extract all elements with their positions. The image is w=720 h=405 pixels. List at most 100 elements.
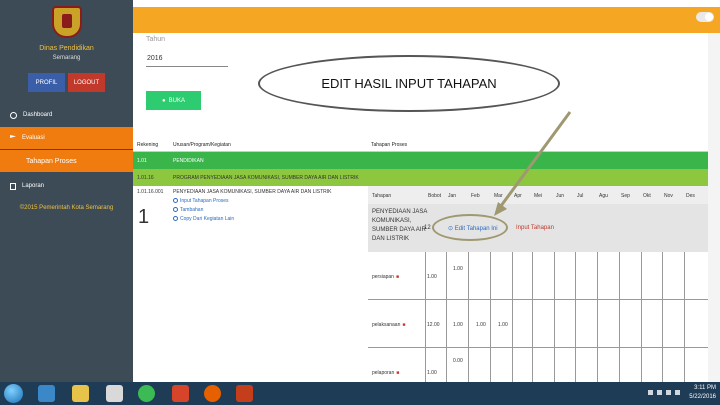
sub-row-name: pelaksanaan ■ <box>372 322 405 328</box>
row-rekening: 1.01 <box>137 158 147 164</box>
sub-row-bobot: 12.00 <box>427 322 440 328</box>
sub-row-value: 1.00 <box>453 322 463 328</box>
col-month: Apr <box>514 193 522 199</box>
buka-button[interactable]: ● BUKA <box>146 91 201 110</box>
column-divider <box>554 252 555 386</box>
proses-name: PENYEDIAAN JASA KOMUNIKASI, SUMBER DAYA … <box>372 209 428 242</box>
copy-icon <box>173 216 178 222</box>
sub-row-name: persiapan ■ <box>372 274 399 280</box>
row-rekening: 1.01.16.001 <box>137 189 164 195</box>
table-header: Rekening Urusan/Program/Kegiatan Tahapan… <box>133 138 708 152</box>
input-tahapan-link[interactable]: Input Tahapan <box>516 225 554 231</box>
clock-time: 3:11 PM <box>694 385 716 391</box>
col-month: Des <box>686 193 695 199</box>
header-tahapan-proses: Tahapan Proses <box>371 142 408 148</box>
tray-icon[interactable] <box>675 390 680 395</box>
logout-button[interactable]: LOGOUT <box>68 73 105 92</box>
subtable-header: Tahapan Bobot Jan Feb Mar Apr Mei Jun Ju… <box>368 186 708 204</box>
government-crest-logo <box>52 6 82 38</box>
sub-row-value: 1.00 <box>476 322 486 328</box>
column-divider <box>512 252 513 386</box>
trash-icon[interactable]: ■ <box>396 370 399 376</box>
column-divider <box>662 252 663 386</box>
tahun-input[interactable] <box>146 50 228 67</box>
internet-explorer-icon[interactable] <box>38 385 55 402</box>
sidebar: Dinas Pendidikan Semarang PROFIL LOGOUT … <box>0 0 133 382</box>
sidebar-item-laporan[interactable]: Laporan <box>0 175 133 197</box>
col-month: Feb <box>471 193 480 199</box>
row-number: 1 <box>138 206 150 228</box>
firefox-icon[interactable] <box>204 385 221 402</box>
clock[interactable]: 3:11 PM 5/22/2016 <box>689 384 716 402</box>
org-city: Semarang <box>52 55 81 61</box>
chrome-icon[interactable] <box>138 385 155 402</box>
copyright-text: ©2015 Pemerintah Kota Semarang <box>19 205 114 211</box>
sidebar-item-label: Dashboard <box>23 112 53 118</box>
highlight-ring <box>432 214 508 241</box>
flag-icon <box>10 135 16 138</box>
sub-row-name-text: persiapan <box>372 274 394 280</box>
col-tahapan: Tahapan <box>372 193 392 199</box>
col-month: Nov <box>664 193 673 199</box>
col-month: Mei <box>534 193 543 199</box>
annotation-text: EDIT HASIL INPUT TAHAPAN <box>321 76 497 91</box>
copy-kegiatan-link[interactable]: Copy Dari Kegiatan Lain <box>173 216 234 222</box>
annotation-callout: EDIT HASIL INPUT TAHAPAN <box>258 55 560 112</box>
col-month: Sep <box>621 193 630 199</box>
toggle-switch[interactable] <box>696 12 714 22</box>
media-player-icon[interactable] <box>106 385 123 402</box>
link-label: Input Tahapan Proses <box>180 198 229 204</box>
window-edge <box>708 33 720 382</box>
col-month: Jun <box>556 193 565 199</box>
trash-icon[interactable]: ■ <box>396 274 399 280</box>
folder-open-icon: ● <box>162 97 166 104</box>
sidebar-item-dashboard[interactable]: Dashboard <box>0 104 133 126</box>
tray-icon[interactable] <box>648 390 653 395</box>
plus-circle-icon <box>173 198 178 204</box>
col-month: Agu <box>599 193 608 199</box>
org-name: Dinas Pendidikan <box>39 45 94 52</box>
app-icon[interactable] <box>172 385 189 402</box>
buka-button-label: BUKA <box>168 97 185 104</box>
input-tahapan-link[interactable]: Input Tahapan Proses <box>173 198 229 204</box>
tambahan-link[interactable]: Tambahan <box>173 207 203 213</box>
column-divider <box>446 252 447 386</box>
row-name: PENYEDIAAN JASA KOMUNIKASI, SUMBER DAYA … <box>173 189 332 195</box>
clock-date: 5/22/2016 <box>689 394 716 400</box>
column-divider <box>641 252 642 386</box>
link-label: Tambahan <box>180 207 204 213</box>
system-tray <box>648 390 680 395</box>
document-icon <box>10 182 16 190</box>
sub-row-value: 1.00 <box>453 266 463 272</box>
dashboard-icon <box>10 111 17 119</box>
trash-icon[interactable]: ■ <box>402 322 405 328</box>
start-button[interactable] <box>4 384 23 403</box>
tahapan-subtable: Tahapan Bobot Jan Feb Mar Apr Mei Jun Ju… <box>368 186 708 386</box>
powerpoint-icon[interactable] <box>236 385 253 402</box>
sidebar-item-evaluasi[interactable]: Evaluasi <box>0 127 133 149</box>
tray-icon[interactable] <box>657 390 662 395</box>
proses-row: PENYEDIAAN JASA KOMUNIKASI, SUMBER DAYA … <box>368 204 708 252</box>
column-divider <box>684 252 685 386</box>
column-divider <box>425 252 426 386</box>
plus-circle-icon <box>173 207 178 213</box>
sidebar-item-tahapan-proses[interactable]: Tahapan Proses <box>0 150 133 172</box>
link-label: Copy Dari Kegiatan Lain <box>180 216 235 222</box>
profil-button[interactable]: PROFIL <box>28 73 65 92</box>
tray-icon[interactable] <box>666 390 671 395</box>
sub-row-name-text: pelaporan <box>372 370 395 376</box>
top-bar <box>133 7 720 33</box>
sidebar-item-label: Evaluasi <box>22 135 45 141</box>
input-link-label: Input Tahapan <box>516 225 554 231</box>
column-divider <box>597 252 598 386</box>
column-divider <box>468 252 469 386</box>
table-row: 1.01 PENDIDIKAN <box>133 152 708 169</box>
column-divider <box>532 252 533 386</box>
sub-row-bobot: 1.00 <box>427 274 437 280</box>
tahun-label: Tahun <box>146 36 166 43</box>
file-explorer-icon[interactable] <box>72 385 89 402</box>
table-row: 1.01.16 PROGRAM PENYEDIAAN JASA KOMUNIKA… <box>133 169 708 186</box>
column-divider <box>490 252 491 386</box>
col-month: Okt <box>643 193 651 199</box>
header-rekening: Rekening <box>137 142 159 148</box>
